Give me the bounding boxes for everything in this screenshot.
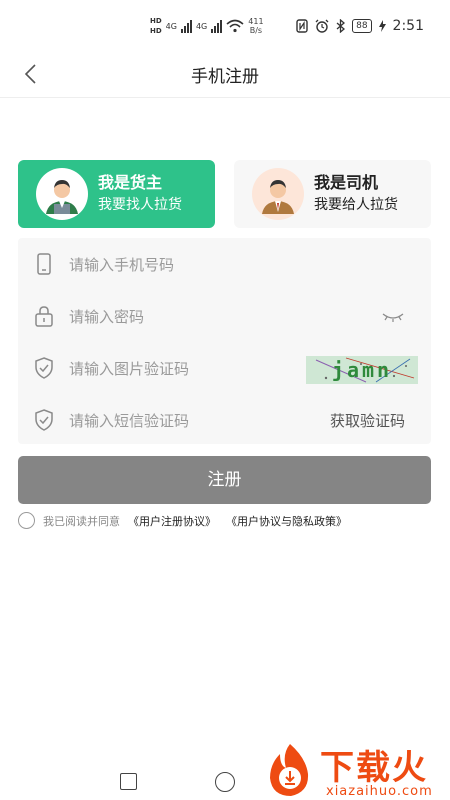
flame-logo-icon xyxy=(270,744,309,796)
status-right: 88 2:51 xyxy=(296,18,424,34)
role-driver-subtitle: 我要给人拉货 xyxy=(314,197,398,213)
status-time: 2:51 xyxy=(392,18,424,34)
agreement-prefix: 我已阅读并同意 xyxy=(43,514,120,528)
phone-field[interactable]: 请输入手机号码 xyxy=(18,238,431,290)
sms-code-field[interactable]: 请输入短信验证码 获取验证码 xyxy=(18,394,431,446)
password-field[interactable]: 请输入密码 xyxy=(18,290,431,342)
image-code-placeholder: 请输入图片验证码 xyxy=(69,360,190,378)
status-left: HD HD 4G 4G 411 B/s xyxy=(150,16,264,36)
get-code-button[interactable]: 获取验证码 xyxy=(330,410,405,431)
role-shipper-text: 我是货主 我要找人拉货 xyxy=(98,172,182,216)
role-shipper-title: 我是货主 xyxy=(98,173,163,192)
phone-icon xyxy=(37,253,51,275)
user-registration-agreement-link[interactable]: 《用户注册协议》 xyxy=(128,513,216,529)
net-speed-value: 411 xyxy=(248,17,264,26)
home-button[interactable] xyxy=(215,772,235,792)
password-placeholder: 请输入密码 xyxy=(69,308,145,326)
recent-apps-button[interactable] xyxy=(120,773,137,790)
image-code-field[interactable]: 请输入图片验证码 jamn xyxy=(18,342,431,394)
phone-placeholder: 请输入手机号码 xyxy=(69,256,175,274)
nfc-icon xyxy=(296,19,308,33)
eye-closed-icon[interactable] xyxy=(381,310,405,324)
captcha-text: jamn xyxy=(331,358,393,382)
hd-indicator: HD HD xyxy=(150,16,162,36)
hd-bottom: HD xyxy=(150,27,162,35)
net-speed-unit: B/s xyxy=(249,26,263,35)
watermark: 下载火 xiazaihuo.com xyxy=(262,740,450,800)
role-driver-card[interactable]: 我是司机 我要给人拉货 xyxy=(234,160,431,228)
hd-top: HD xyxy=(150,17,162,25)
role-driver-title: 我是司机 xyxy=(314,173,379,192)
shield-icon xyxy=(35,357,53,379)
register-button[interactable]: 注册 xyxy=(18,456,431,504)
wifi-icon xyxy=(226,19,244,33)
header: 手机注册 xyxy=(0,52,450,98)
register-form: 请输入手机号码 请输入密码 请输入图片验证码 jamn 请输入短信验证码 获取验… xyxy=(18,238,431,444)
watermark-text: 下载火 xyxy=(320,748,428,788)
privacy-policy-link[interactable]: 《用户协议与隐私政策》 xyxy=(226,513,347,529)
net-type-1: 4G xyxy=(165,21,177,31)
agreement-row: 我已阅读并同意 《用户注册协议》 《用户协议与隐私政策》 xyxy=(18,512,357,529)
sms-code-placeholder: 请输入短信验证码 xyxy=(69,412,190,430)
shipper-avatar-icon xyxy=(36,168,88,220)
alarm-icon xyxy=(315,19,329,33)
bluetooth-icon xyxy=(336,19,346,33)
shield-check-icon xyxy=(35,409,53,431)
battery-icon: 88 xyxy=(352,19,372,33)
charging-icon xyxy=(378,20,386,32)
status-bar: HD HD 4G 4G 411 B/s 88 2:51 xyxy=(0,0,450,52)
net-speed: 411 B/s xyxy=(248,17,263,35)
driver-avatar-icon xyxy=(252,168,304,220)
captcha-image[interactable]: jamn xyxy=(306,356,418,384)
signal-icon-2 xyxy=(211,19,223,33)
role-shipper-card[interactable]: 我是货主 我要找人拉货 xyxy=(18,160,215,228)
role-shipper-subtitle: 我要找人拉货 xyxy=(98,197,182,213)
watermark-url: xiazaihuo.com xyxy=(326,784,433,799)
lock-icon xyxy=(35,306,53,327)
page-title: 手机注册 xyxy=(191,67,259,87)
net-type-2: 4G xyxy=(195,21,208,31)
agree-radio[interactable] xyxy=(18,512,35,529)
signal-icon xyxy=(180,19,192,33)
role-driver-text: 我是司机 我要给人拉货 xyxy=(314,172,398,216)
